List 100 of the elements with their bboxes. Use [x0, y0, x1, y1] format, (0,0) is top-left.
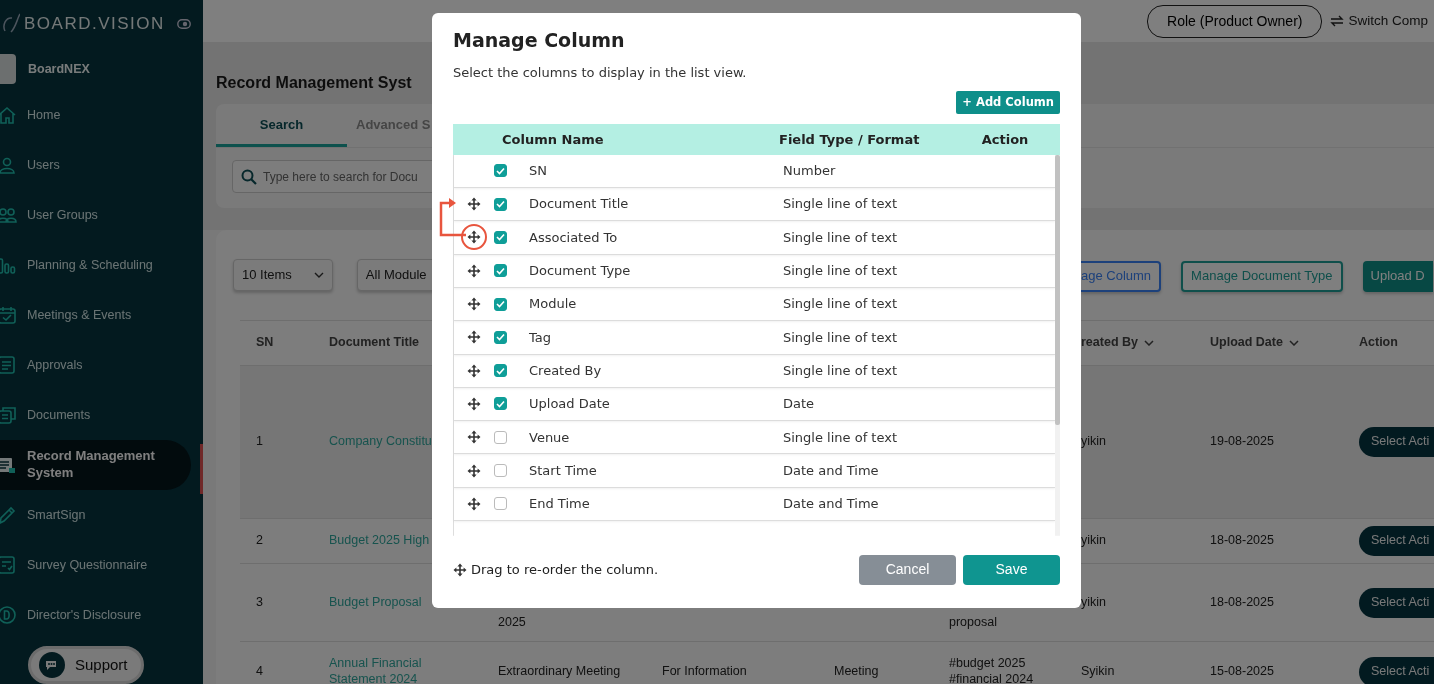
- letter-d-icon: [0, 605, 17, 626]
- sidebar-item[interactable]: User Groups: [0, 190, 191, 241]
- drag-handle-icon[interactable]: [467, 430, 481, 445]
- column-header: reated By: [1081, 335, 1138, 350]
- cancel-button[interactable]: Cancel: [859, 554, 956, 585]
- sidebar-item[interactable]: Planning & Scheduling: [0, 240, 191, 291]
- save-button[interactable]: Save: [963, 554, 1060, 585]
- table-cell: yikin: [1081, 594, 1106, 609]
- dialog-subtitle: Select the columns to display in the list view.: [453, 64, 748, 82]
- field-type: Number: [783, 162, 837, 181]
- field-type: Single line of text: [783, 228, 898, 247]
- checkbox[interactable]: [494, 197, 507, 211]
- bar-chart-icon: [0, 255, 17, 276]
- select-action-button[interactable]: Select Acti: [1359, 427, 1434, 457]
- document-link[interactable]: Annual Financial Statement 2024: [329, 655, 478, 684]
- active-indicator: [200, 443, 203, 494]
- documents-icon: [0, 405, 17, 426]
- add-column-button[interactable]: + Add Column: [956, 90, 1060, 114]
- sidebar-item[interactable]: Survey Questionnaire: [0, 540, 191, 591]
- column-name: Document Type: [529, 262, 632, 281]
- move-icon: [453, 562, 467, 577]
- survey-icon: [0, 555, 17, 576]
- drag-handle-icon[interactable]: [467, 496, 481, 511]
- column-name: End Time: [529, 495, 591, 514]
- field-type: Single line of text: [783, 428, 898, 447]
- checkbox[interactable]: [494, 497, 507, 511]
- tab[interactable]: Search: [216, 104, 347, 147]
- table-cell: 19-08-2025: [1210, 434, 1274, 449]
- checkbox[interactable]: [494, 364, 507, 378]
- document-list-icon: [0, 355, 17, 376]
- toolbar-button[interactable]: Upload D: [1362, 260, 1433, 292]
- field-type: Date: [783, 395, 816, 414]
- column-header: Field Type / Format: [779, 130, 921, 149]
- record-icon: [0, 455, 17, 476]
- sidebar-item[interactable]: Meetings & Events: [0, 290, 191, 341]
- users-icon: [0, 205, 17, 226]
- drag-handle-icon[interactable]: [467, 197, 481, 212]
- drag-handle-icon[interactable]: [467, 396, 481, 411]
- column-header: Action: [1359, 335, 1398, 350]
- checkbox[interactable]: [494, 164, 507, 178]
- field-type: Date and Time: [783, 461, 880, 480]
- checkbox[interactable]: [494, 464, 507, 478]
- toolbar-button[interactable]: Manage Document Type: [1181, 260, 1343, 292]
- sidebar-item[interactable]: Users: [0, 140, 191, 191]
- search-icon: [241, 169, 257, 185]
- drag-handle-icon[interactable]: [467, 363, 481, 378]
- field-type: Single line of text: [783, 195, 898, 214]
- field-type: Single line of text: [783, 295, 898, 314]
- checkbox[interactable]: [494, 430, 507, 444]
- chat-icon: [39, 652, 65, 679]
- checkbox[interactable]: [494, 330, 507, 344]
- table-cell: 4: [256, 663, 263, 678]
- sidebar-item[interactable]: Director's Disclosure: [0, 590, 191, 641]
- table-cell: 3: [256, 594, 263, 609]
- checkbox[interactable]: [494, 297, 507, 311]
- column-name: Module: [529, 295, 578, 314]
- column-name: Created By: [529, 361, 603, 380]
- sidebar-item[interactable]: Record Management System: [0, 440, 191, 491]
- drag-handle-icon[interactable]: [467, 297, 481, 312]
- select-action-button[interactable]: Select Acti: [1359, 656, 1434, 684]
- calendar-icon: [0, 305, 17, 326]
- column-name: Document Title: [529, 195, 630, 214]
- pen-icon: [0, 505, 17, 526]
- table-cell: 2025: [498, 615, 526, 630]
- table-cell: For Information: [662, 663, 747, 678]
- drag-hint: Drag to re-order the column.: [453, 560, 659, 580]
- column-name: SN: [529, 162, 548, 181]
- table-cell: 1: [256, 434, 263, 449]
- table-cell: Syikin: [1081, 663, 1115, 678]
- support-button[interactable]: Support: [28, 646, 144, 684]
- swap-icon: [1330, 14, 1345, 28]
- table-cell: Meeting: [834, 663, 879, 678]
- scrollbar[interactable]: [1055, 154, 1060, 536]
- column-header: Action: [980, 130, 1030, 149]
- switch-company-link[interactable]: Switch Comp: [1330, 10, 1428, 32]
- sidebar-item[interactable]: Approvals: [0, 340, 191, 391]
- select-action-button[interactable]: Select Acti: [1359, 526, 1434, 556]
- role-button[interactable]: Role (Product Owner): [1147, 4, 1323, 38]
- field-type: Single line of text: [783, 328, 898, 347]
- checkbox[interactable]: [494, 397, 507, 411]
- sidebar-item[interactable]: SmartSign: [0, 490, 191, 541]
- column-name: Start Time: [529, 461, 598, 480]
- drag-handle-icon[interactable]: [467, 230, 481, 245]
- checkbox[interactable]: [494, 264, 507, 278]
- toolbar-button[interactable]: age Column: [1081, 260, 1162, 292]
- column-name: Upload Date: [529, 395, 611, 414]
- sidebar-item[interactable]: Home: [0, 90, 191, 141]
- organization-avatar: [0, 53, 16, 84]
- page-size-select[interactable]: 10 Items: [233, 259, 333, 291]
- page-title: Record Management Syst: [216, 73, 412, 93]
- table-cell: yikin: [1081, 533, 1106, 548]
- drag-handle-icon[interactable]: [467, 263, 481, 278]
- table-cell: 2: [256, 533, 263, 548]
- home-icon: [0, 105, 17, 126]
- select-action-button[interactable]: Select Acti: [1359, 587, 1434, 618]
- checkbox[interactable]: [494, 231, 507, 244]
- drag-handle-icon[interactable]: [467, 330, 481, 345]
- drag-handle-icon[interactable]: [467, 463, 481, 478]
- organization-name: BoardNEX: [28, 60, 90, 78]
- column-header: SN: [256, 335, 274, 350]
